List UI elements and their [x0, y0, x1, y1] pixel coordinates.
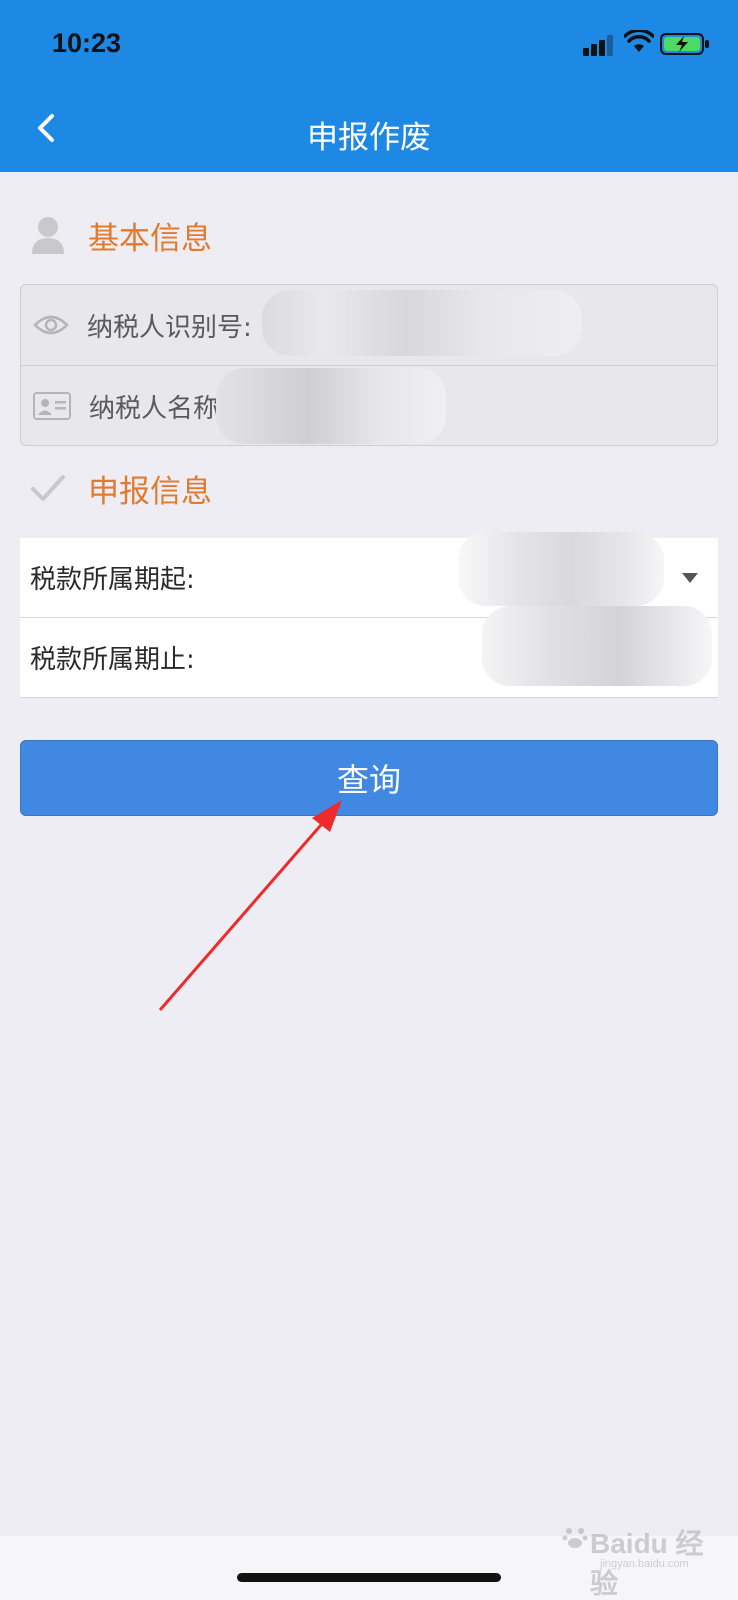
cellular-signal-icon	[583, 35, 613, 56]
watermark-url: jingyan.baidu.com	[600, 1558, 689, 1570]
report-info-header: 申报信息	[30, 466, 212, 510]
period-end-label: 税款所属期止:	[30, 645, 195, 675]
redacted-taxpayer-name	[216, 368, 446, 444]
redacted-period-start	[458, 532, 664, 606]
person-icon	[32, 217, 64, 254]
taxpayer-name-label: 纳税人名称	[89, 393, 220, 424]
taxpayer-id-label: 纳税人识别号:	[87, 312, 252, 343]
redacted-taxpayer-id	[262, 290, 582, 356]
report-info-title: 申报信息	[88, 473, 212, 510]
basic-info-header: 基本信息	[30, 213, 212, 257]
paw-icon	[562, 1528, 588, 1548]
period-start-label: 税款所属期起:	[30, 565, 195, 595]
status-time: 10:23	[52, 28, 122, 58]
checkmark-icon	[31, 475, 65, 501]
home-indicator[interactable]	[237, 1573, 501, 1582]
id-card-icon	[33, 392, 71, 420]
basic-info-title: 基本信息	[88, 220, 212, 257]
dropdown-caret-icon[interactable]	[680, 571, 700, 585]
query-button[interactable]: 查询	[20, 740, 718, 816]
eye-icon	[33, 315, 69, 335]
wifi-icon	[624, 30, 654, 52]
status-bar: 10:23	[0, 0, 738, 88]
navigation-bar: 申报作废	[0, 88, 738, 172]
battery-charging-icon	[660, 33, 709, 55]
page-title: 申报作废	[307, 120, 431, 156]
baidu-watermark: Baidu 经验 jingyan.baidu.com	[560, 1512, 730, 1599]
redacted-period-end	[482, 606, 712, 686]
